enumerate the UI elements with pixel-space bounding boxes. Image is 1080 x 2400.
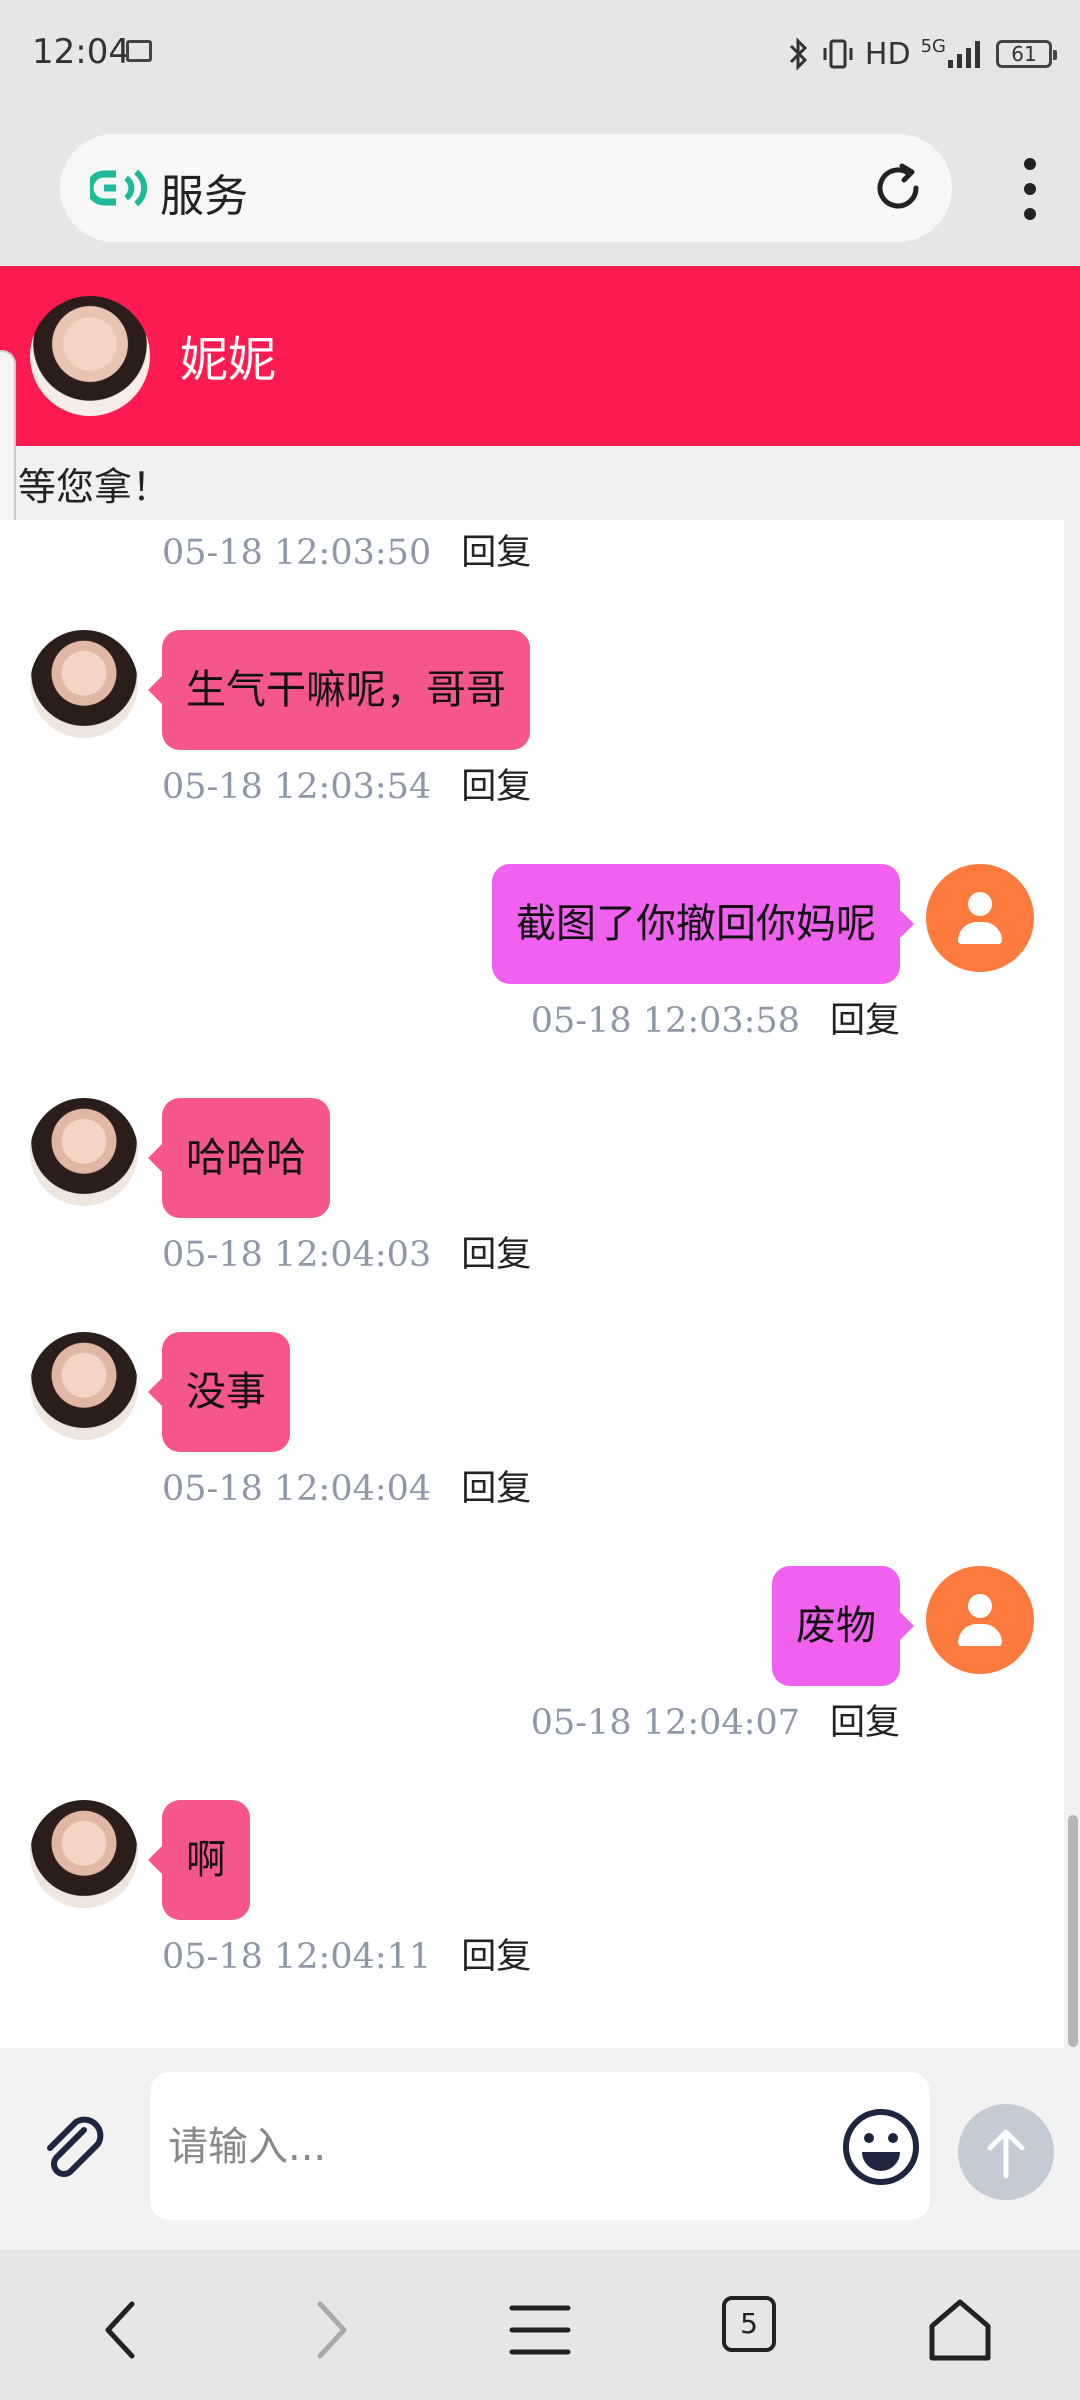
contact-avatar[interactable] [30, 1332, 138, 1440]
my-avatar[interactable] [926, 864, 1034, 972]
message-input[interactable] [166, 2072, 790, 2222]
message-bubble-incoming[interactable]: 啊 [148, 1800, 250, 1920]
battery-icon: 61 [996, 40, 1057, 68]
reply-link[interactable]: 回复 [461, 1937, 531, 1977]
my-avatar[interactable] [926, 1566, 1034, 1674]
contact-avatar[interactable] [30, 630, 138, 738]
message-time: 05-18 12:04:07 [530, 1703, 800, 1743]
notice-banner: 奖等您拿！ [0, 446, 1080, 520]
logo-icon [90, 169, 147, 207]
home-icon[interactable] [920, 2290, 1000, 2370]
message-meta: 05-18 12:04:03 回复 [162, 1230, 531, 1280]
arrow-up-icon [987, 2129, 1025, 2179]
signal-icon [948, 41, 980, 68]
chat-header: 妮妮 [0, 266, 1080, 446]
emoji-icon[interactable] [840, 2106, 922, 2188]
message-time: 05-18 12:03:54 [162, 767, 432, 807]
scrollbar-thumb[interactable] [1068, 1815, 1078, 2047]
gallery-notification-icon [126, 40, 152, 62]
reply-link[interactable]: 回复 [830, 1703, 900, 1743]
reply-link[interactable]: 回复 [461, 1235, 531, 1275]
contact-avatar[interactable] [30, 296, 150, 416]
browser-toolbar: 服务 [0, 110, 1080, 266]
message-time: 05-18 12:03:50 [162, 533, 432, 573]
user-icon-head [968, 1594, 992, 1618]
status-icons: HD 5G 61 [787, 30, 1057, 78]
message-meta: 05-18 12:04:04 回复 [162, 1464, 531, 1514]
composer-bar [0, 2048, 1080, 2250]
attachment-icon[interactable] [34, 2108, 114, 2188]
message-bubble-incoming[interactable]: 生气干嘛呢，哥哥 [148, 630, 530, 750]
message-field[interactable] [150, 2072, 930, 2222]
status-bar: 12:04 HD 5G 61 [0, 0, 1080, 110]
side-drawer-handle[interactable] [0, 350, 16, 540]
message-bubble-outgoing[interactable]: 废物 [772, 1566, 914, 1686]
contact-name: 妮妮 [180, 332, 277, 388]
reply-link[interactable]: 回复 [461, 1469, 531, 1509]
browser-bottom-nav: 5 [0, 2250, 1080, 2400]
user-icon-body [958, 922, 1002, 944]
hd-label: HD [864, 36, 911, 72]
contact-avatar[interactable] [30, 1800, 138, 1908]
message-time: 05-18 12:04:04 [162, 1469, 432, 1509]
status-time: 12:04 [32, 32, 130, 72]
back-icon[interactable] [82, 2290, 162, 2370]
message-meta: 05-18 12:03:54 回复 [162, 762, 531, 812]
send-button[interactable] [958, 2104, 1054, 2200]
network-label: 5G [920, 36, 946, 57]
message-time: 05-18 12:03:58 [530, 1001, 800, 1041]
message-time: 05-18 12:04:03 [162, 1235, 432, 1275]
reply-link[interactable]: 回复 [461, 533, 531, 573]
reply-link[interactable]: 回复 [830, 1001, 900, 1041]
battery-level: 61 [1011, 42, 1037, 66]
message-meta: 05-18 12:04:07 回复 [531, 1698, 900, 1748]
contact-avatar[interactable] [30, 1098, 138, 1206]
user-icon-body [958, 1624, 1002, 1646]
message-list[interactable]: 05-18 12:03:50 回复 生气干嘛呢，哥哥 05-18 12:03:54… [0, 520, 1064, 2048]
vibrate-icon [823, 39, 853, 69]
user-icon-head [968, 892, 992, 916]
menu-icon[interactable] [500, 2290, 580, 2370]
bluetooth-icon [789, 37, 808, 71]
message-meta: 05-18 12:03:50 回复 [162, 528, 531, 578]
forward-icon[interactable] [290, 2290, 370, 2370]
message-meta: 05-18 12:04:11 回复 [162, 1932, 531, 1982]
more-vert-icon[interactable] [1020, 154, 1040, 224]
page-title: 服务 [160, 171, 248, 222]
reload-icon[interactable] [870, 160, 926, 216]
message-time: 05-18 12:04:11 [162, 1937, 432, 1977]
notice-text: 奖等您拿！ [0, 465, 171, 509]
address-bar[interactable]: 服务 [60, 134, 952, 242]
message-bubble-incoming[interactable]: 没事 [148, 1332, 290, 1452]
message-bubble-outgoing[interactable]: 截图了你撤回你妈呢 [492, 864, 914, 984]
message-meta: 05-18 12:03:58 回复 [531, 996, 900, 1046]
reply-link[interactable]: 回复 [461, 767, 531, 807]
tabs-button[interactable]: 5 [722, 2296, 776, 2352]
message-bubble-incoming[interactable]: 哈哈哈 [148, 1098, 330, 1218]
